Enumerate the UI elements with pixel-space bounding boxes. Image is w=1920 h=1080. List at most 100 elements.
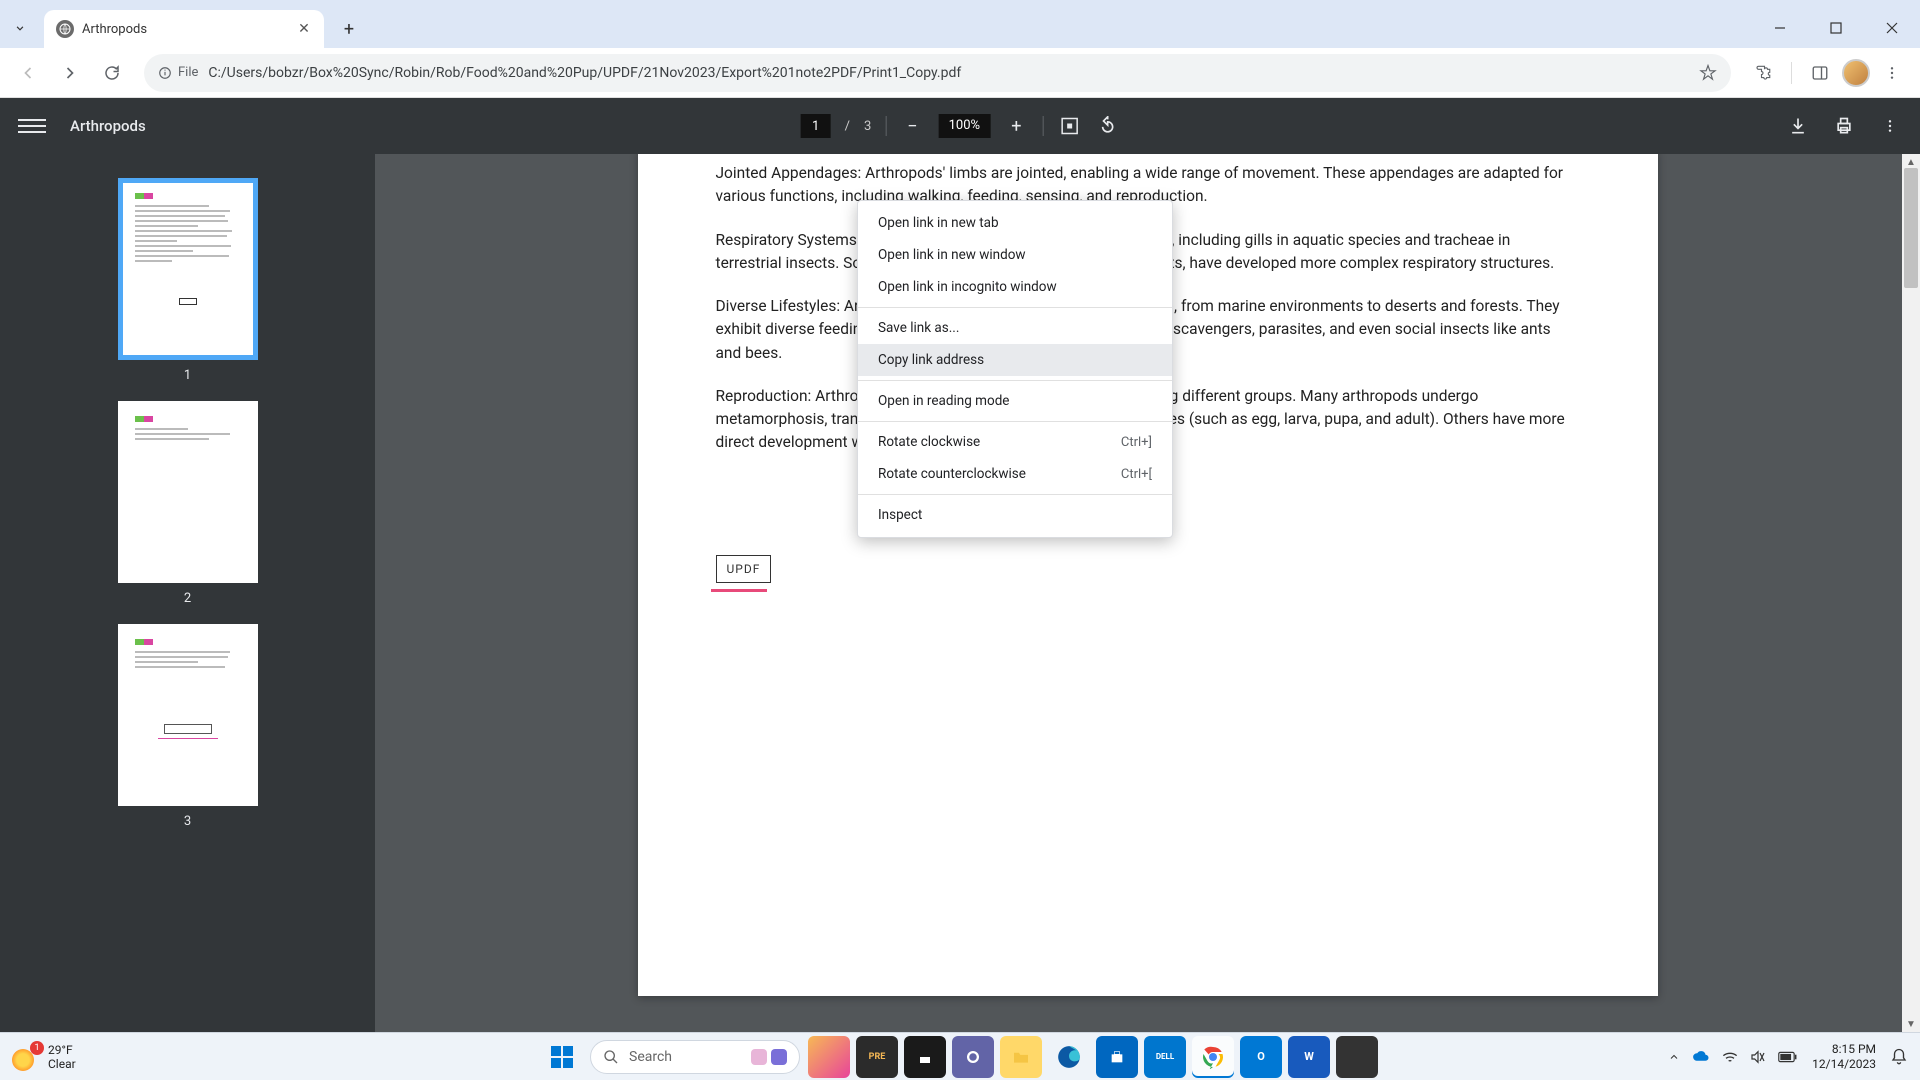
app-icon[interactable] [952, 1036, 994, 1078]
thumbnail[interactable]: 2 [118, 401, 258, 606]
clock[interactable]: 8:15 PM 12/14/2023 [1812, 1042, 1876, 1072]
thumbnail[interactable]: 3 [118, 624, 258, 829]
menu-separator [858, 307, 1172, 308]
file-badge: File [158, 65, 198, 80]
menu-open-new-tab[interactable]: Open link in new tab [858, 207, 1172, 239]
edge-icon[interactable] [1048, 1036, 1090, 1078]
tab-search-dropdown[interactable] [0, 10, 40, 46]
app-icon[interactable] [1336, 1036, 1378, 1078]
fit-page-button[interactable] [1057, 114, 1081, 138]
menu-rotate-clockwise[interactable]: Rotate clockwiseCtrl+] [858, 426, 1172, 458]
vertical-scrollbar[interactable]: ▲ ▼ [1902, 154, 1920, 1032]
thumbnail-page-2[interactable] [118, 401, 258, 583]
address-bar[interactable]: File C:/Users/bobzr/Box%20Sync/Robin/Rob… [144, 54, 1731, 92]
menu-save-link[interactable]: Save link as... [858, 312, 1172, 344]
menu-copy-link[interactable]: Copy link address [858, 344, 1172, 376]
app-icon[interactable]: PRE [856, 1036, 898, 1078]
menu-reading-mode[interactable]: Open in reading mode [858, 385, 1172, 417]
print-button[interactable] [1832, 114, 1856, 138]
menu-open-new-window[interactable]: Open link in new window [858, 239, 1172, 271]
thumbnail-page-1[interactable] [118, 178, 258, 360]
url-text: C:/Users/bobzr/Box%20Sync/Robin/Rob/Food… [208, 65, 1689, 81]
profile-avatar[interactable] [1842, 59, 1870, 87]
thumbnail-page-3[interactable] [118, 624, 258, 806]
weather-alert-badge: 1 [30, 1041, 44, 1055]
document-title: Arthropods [70, 117, 146, 135]
menu-separator [858, 421, 1172, 422]
weather-widget[interactable]: 1 29°F Clear [12, 1043, 76, 1071]
system-tray: 8:15 PM 12/14/2023 [1668, 1042, 1908, 1072]
page-number-input[interactable] [801, 114, 831, 138]
wifi-icon[interactable] [1722, 1050, 1738, 1064]
pinned-apps: PRE DELL O W [808, 1036, 1378, 1078]
globe-icon [56, 20, 74, 38]
thumbnail[interactable]: 1 [118, 178, 258, 383]
browser-toolbar: File C:/Users/bobzr/Box%20Sync/Robin/Rob… [0, 48, 1920, 98]
tab-title: Arthropods [82, 22, 288, 37]
shortcut-label: Ctrl+] [1121, 435, 1152, 450]
tray-chevron-icon[interactable] [1668, 1051, 1680, 1063]
app-icon[interactable] [808, 1036, 850, 1078]
minimize-button[interactable] [1752, 8, 1808, 48]
store-icon[interactable] [1096, 1036, 1138, 1078]
word-icon[interactable]: W [1288, 1036, 1330, 1078]
search-placeholder: Search [629, 1049, 672, 1065]
notifications-icon[interactable] [1890, 1048, 1908, 1066]
file-label: File [178, 65, 198, 80]
zoom-out-button[interactable]: − [900, 114, 924, 138]
scrollbar-thumb[interactable] [1904, 168, 1918, 288]
info-icon [158, 66, 172, 80]
forward-button[interactable] [52, 55, 88, 91]
back-button[interactable] [10, 55, 46, 91]
browser-tab[interactable]: Arthropods ✕ [44, 10, 324, 48]
start-button[interactable] [542, 1037, 582, 1077]
app-icon[interactable] [904, 1036, 946, 1078]
close-window-button[interactable] [1864, 8, 1920, 48]
thumbnail-number: 3 [184, 814, 191, 829]
new-tab-button[interactable]: + [334, 14, 364, 44]
chrome-icon[interactable] [1192, 1036, 1234, 1078]
zoom-in-button[interactable]: + [1004, 114, 1028, 138]
updf-watermark-link[interactable]: UPDF [716, 555, 772, 583]
scroll-up-arrow[interactable]: ▲ [1905, 156, 1917, 168]
menu-separator [858, 380, 1172, 381]
zoom-level[interactable]: 100% [938, 114, 990, 138]
hamburger-menu-button[interactable] [18, 119, 46, 133]
pdf-menu-button[interactable] [1878, 114, 1902, 138]
side-panel-button[interactable] [1802, 55, 1838, 91]
windows-taskbar: 1 29°F Clear Search PRE DELL O W [0, 1032, 1920, 1080]
menu-rotate-counterclockwise[interactable]: Rotate counterclockwiseCtrl+[ [858, 458, 1172, 490]
date: 12/14/2023 [1812, 1057, 1876, 1072]
menu-separator [858, 494, 1172, 495]
taskbar-search[interactable]: Search [590, 1040, 800, 1074]
thumbnail-panel[interactable]: 1 2 3 [0, 154, 375, 1032]
file-explorer-icon[interactable] [1000, 1036, 1042, 1078]
rotate-button[interactable] [1095, 114, 1119, 138]
outlook-icon[interactable]: O [1240, 1036, 1282, 1078]
reload-button[interactable] [94, 55, 130, 91]
window-controls [1752, 8, 1920, 48]
toolbar-divider [1791, 62, 1792, 84]
dell-icon[interactable]: DELL [1144, 1036, 1186, 1078]
volume-icon[interactable] [1750, 1050, 1766, 1064]
menu-inspect[interactable]: Inspect [858, 499, 1172, 531]
thumbnail-number: 1 [184, 368, 191, 383]
weather-temp: 29°F [48, 1043, 76, 1057]
total-pages: 3 [864, 119, 871, 134]
bookmark-star-icon[interactable] [1699, 64, 1717, 82]
time: 8:15 PM [1812, 1042, 1876, 1057]
menu-open-incognito[interactable]: Open link in incognito window [858, 271, 1172, 303]
scroll-down-arrow[interactable]: ▼ [1905, 1018, 1917, 1030]
weather-desc: Clear [48, 1057, 76, 1071]
battery-icon[interactable] [1778, 1051, 1798, 1063]
extensions-button[interactable] [1745, 55, 1781, 91]
onedrive-icon[interactable] [1692, 1050, 1710, 1064]
page-separator: / [845, 119, 850, 134]
tab-strip: Arthropods ✕ + [0, 0, 1920, 48]
download-button[interactable] [1786, 114, 1810, 138]
close-tab-button[interactable]: ✕ [296, 21, 312, 37]
pdf-toolbar: Arthropods / 3 − 100% + [0, 98, 1920, 154]
toolbar-divider [1042, 116, 1043, 136]
chrome-menu-button[interactable] [1874, 55, 1910, 91]
maximize-button[interactable] [1808, 8, 1864, 48]
